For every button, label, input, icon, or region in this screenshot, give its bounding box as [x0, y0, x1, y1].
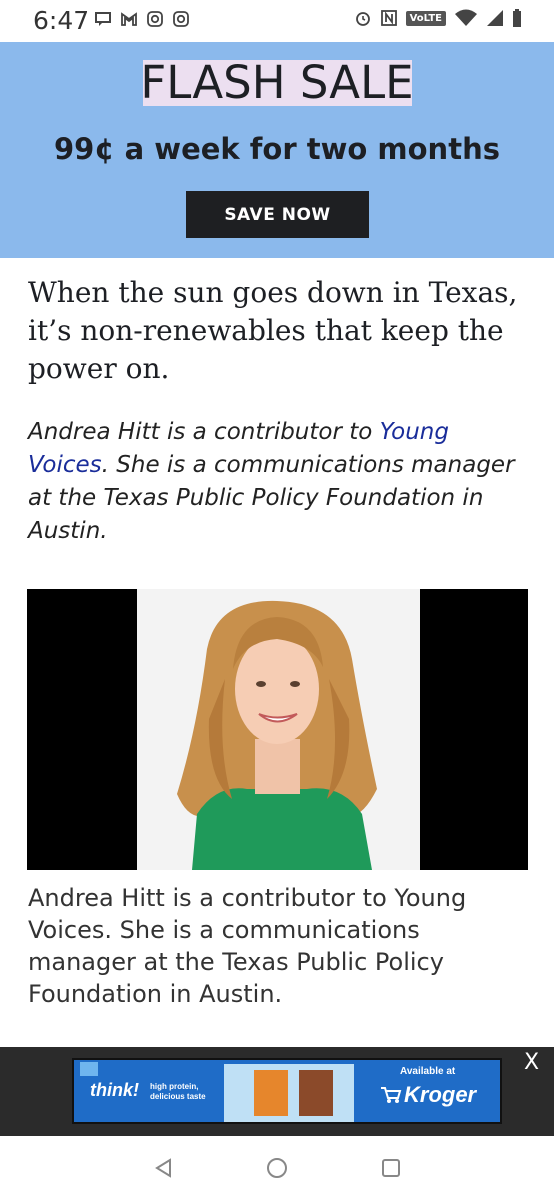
flash-sale-title: FLASH SALE — [140, 56, 414, 109]
kroger-logo: Kroger — [404, 1082, 477, 1107]
byline-text-pre: Andrea Hitt is a contributor to — [28, 419, 380, 445]
byline-text-post: . She is a communications manager at the… — [28, 452, 515, 544]
navigation-bar — [0, 1136, 554, 1200]
status-bar: 6:47 VoLTE — [0, 0, 554, 42]
signal-icon — [487, 10, 503, 26]
photo-caption: Andrea Hitt is a contributor to Young Vo… — [28, 884, 467, 1008]
battery-icon — [513, 9, 521, 27]
system-icons: VoLTE — [354, 9, 522, 27]
gmail-icon — [121, 12, 137, 26]
instagram-icon — [173, 11, 189, 27]
volte-icon: VoLTE — [405, 10, 446, 26]
close-ad-button[interactable]: X — [524, 1050, 539, 1075]
photo-image — [137, 589, 420, 870]
alarm-icon — [355, 12, 370, 26]
notification-icons — [94, 10, 190, 28]
message-icon — [95, 12, 111, 26]
article-lead: When the sun goes down in Texas, it’s no… — [28, 276, 518, 385]
instagram-icon — [147, 11, 163, 27]
ad-available: Available at — [400, 1066, 456, 1077]
nfc-icon — [380, 10, 397, 26]
status-time: 6:47 — [33, 6, 90, 35]
kroger-cart-icon — [381, 1087, 402, 1103]
home-icon[interactable] — [266, 1157, 288, 1179]
wifi-icon — [455, 9, 477, 26]
advertisement[interactable]: think! high protein, delicious taste Ava… — [72, 1058, 502, 1124]
author-byline: Andrea Hitt is a contributor to Young Vo… — [28, 416, 528, 548]
portrait-illustration — [137, 589, 420, 870]
ad-tagline: high protein, delicious taste — [150, 1082, 206, 1101]
author-photo[interactable] — [27, 589, 528, 870]
back-icon[interactable] — [153, 1157, 175, 1179]
ad-brand: think! — [90, 1080, 139, 1100]
banner-subline: 99¢ a week for two months — [54, 132, 500, 166]
save-now-button[interactable]: SAVE NOW — [186, 191, 369, 238]
recents-icon[interactable] — [380, 1157, 402, 1179]
